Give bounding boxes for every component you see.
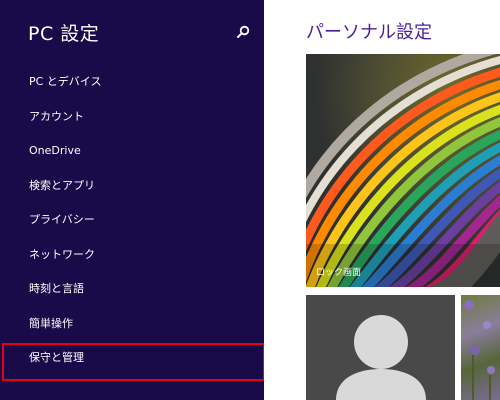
nav-item-network[interactable]: ネットワーク: [0, 238, 264, 273]
nav-item-time-and-language[interactable]: 時刻と言語: [0, 272, 264, 307]
search-button[interactable]: [233, 22, 253, 42]
account-picture-tile[interactable]: [306, 295, 455, 400]
nav-item-onedrive[interactable]: OneDrive: [0, 134, 264, 169]
nav-list: PC とデバイス アカウント OneDrive 検索とアプリ プライバシー ネッ…: [0, 65, 265, 381]
lock-screen-label: ロック画面: [316, 268, 362, 278]
avatar-icon: [336, 315, 426, 400]
nav-item-privacy[interactable]: プライバシー: [0, 203, 264, 238]
content-pane: パーソナル設定 ロック画面: [264, 0, 500, 400]
nav-title: PC 設定: [28, 23, 100, 45]
lock-screen-image: [306, 54, 500, 287]
nav-item-update-and-recovery[interactable]: 保守と管理: [0, 341, 265, 381]
search-icon: [237, 25, 250, 38]
nav-item-pc-and-devices[interactable]: PC とデバイス: [0, 65, 264, 100]
nav-item-search-and-apps[interactable]: 検索とアプリ: [0, 169, 264, 204]
picture-password-tile[interactable]: [461, 295, 500, 400]
nav-item-ease-of-access[interactable]: 簡単操作: [0, 307, 264, 342]
nav-pane: PC 設定 PC とデバイス アカウント OneDrive 検索とアプリ プライ…: [0, 0, 265, 400]
nav-item-accounts[interactable]: アカウント: [0, 100, 264, 135]
lock-screen-tile[interactable]: ロック画面: [306, 54, 500, 287]
page-title: パーソナル設定: [306, 22, 432, 43]
flower-image: [464, 300, 495, 400]
